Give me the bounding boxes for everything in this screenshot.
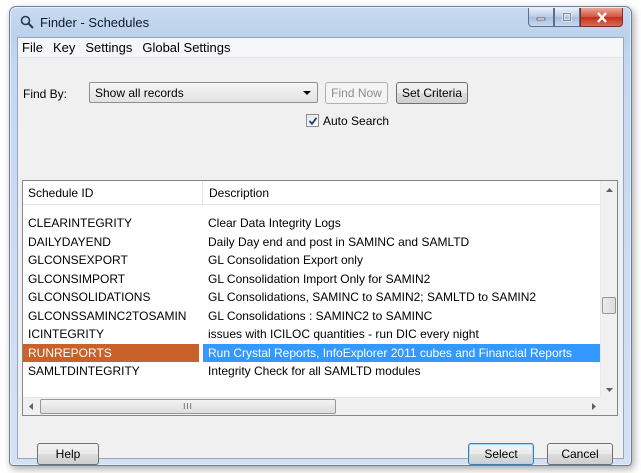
scroll-left-button[interactable] bbox=[23, 398, 39, 415]
description-cell: Integrity Check for all SAMLTD modules bbox=[208, 364, 421, 378]
find-by-value: Show all records bbox=[95, 86, 184, 100]
window-controls bbox=[528, 8, 623, 27]
schedule-id-cell: RUNREPORTS bbox=[23, 343, 199, 362]
maximize-icon bbox=[562, 12, 572, 22]
schedule-id-cell: GLCONSEXPORT bbox=[28, 253, 128, 267]
find-by-label: Find By: bbox=[23, 87, 68, 101]
find-now-button[interactable]: Find Now bbox=[325, 82, 388, 104]
menu-bar: File Key Settings Global Settings bbox=[18, 38, 623, 58]
magnifier-icon bbox=[20, 15, 34, 29]
schedule-id-cell: GLCONSIMPORT bbox=[28, 271, 126, 286]
scroll-up-button[interactable] bbox=[601, 181, 617, 198]
close-icon bbox=[596, 11, 607, 23]
finder-window: Finder - Schedules File Key Settings Glo… bbox=[9, 6, 632, 466]
vertical-scroll-thumb[interactable] bbox=[602, 297, 616, 314]
scroll-down-button[interactable] bbox=[601, 381, 617, 398]
horizontal-scrollbar[interactable]: III bbox=[23, 397, 602, 415]
schedule-id-cell: CLEARINTEGRITY bbox=[28, 216, 133, 230]
table-row[interactable]: DAILYDAYEND Daily Day end and post in SA… bbox=[23, 233, 603, 252]
maximize-button[interactable] bbox=[554, 8, 580, 27]
help-button[interactable]: Help bbox=[37, 443, 99, 465]
vertical-scrollbar[interactable] bbox=[600, 181, 617, 398]
chevron-up-icon bbox=[605, 187, 613, 192]
table-row[interactable]: ICINTEGRITY issues with ICILOC quantitie… bbox=[23, 325, 603, 344]
title-bar[interactable]: Finder - Schedules bbox=[10, 7, 631, 37]
column-header-description[interactable]: Description bbox=[204, 181, 603, 205]
description-cell: Daily Day end and post in SAMINC and SAM… bbox=[208, 234, 470, 249]
chevron-left-icon bbox=[29, 403, 33, 410]
schedules-grid: Schedule ID Description CLEARINTEGRITY C… bbox=[22, 180, 618, 416]
chevron-down-icon bbox=[605, 387, 613, 392]
schedule-id-cell: ICINTEGRITY bbox=[28, 327, 105, 341]
grid-header: Schedule ID Description bbox=[23, 181, 603, 205]
horizontal-scroll-thumb[interactable]: III bbox=[40, 399, 336, 414]
scrollbar-corner bbox=[600, 397, 617, 415]
table-row[interactable]: CLEARINTEGRITY Clear Data Integrity Logs bbox=[23, 214, 603, 233]
select-button[interactable]: Select bbox=[468, 443, 534, 465]
description-cell: Run Crystal Reports, InfoExplorer 2011 c… bbox=[203, 343, 601, 362]
table-row[interactable]: SAMLTDINTEGRITY Integrity Check for all … bbox=[23, 362, 603, 381]
auto-search-checkbox[interactable] bbox=[306, 114, 319, 127]
find-by-dropdown[interactable]: Show all records bbox=[89, 82, 318, 103]
menu-file[interactable]: File bbox=[18, 38, 48, 58]
description-cell: GL Consolidation Export only bbox=[208, 253, 363, 267]
schedule-id-cell: GLCONSOLIDATIONS bbox=[28, 290, 151, 304]
column-header-schedule-id[interactable]: Schedule ID bbox=[23, 181, 203, 205]
grid-rows: CLEARINTEGRITY Clear Data Integrity Logs… bbox=[23, 214, 603, 381]
description-cell: issues with ICILOC quantities - run DIC … bbox=[208, 327, 479, 341]
table-row[interactable]: GLCONSSAMINC2TOSAMIN GL Consolidations :… bbox=[23, 307, 603, 326]
description-cell: Clear Data Integrity Logs bbox=[208, 216, 341, 230]
checkmark-icon bbox=[308, 116, 317, 125]
description-cell: GL Consolidations, SAMINC to SAMIN2; SAM… bbox=[208, 290, 537, 304]
menu-key[interactable]: Key bbox=[48, 38, 80, 58]
description-cell: GL Consolidation Import Only for SAMIN2 bbox=[208, 271, 431, 286]
schedule-id-cell: DAILYDAYEND bbox=[28, 234, 111, 249]
set-criteria-button[interactable]: Set Criteria bbox=[396, 82, 468, 104]
scroll-grip: III bbox=[183, 402, 193, 411]
dialog-body: File Key Settings Global Settings Find B… bbox=[17, 37, 624, 465]
chevron-right-icon bbox=[592, 403, 596, 410]
chevron-down-icon bbox=[303, 91, 311, 95]
menu-global-settings[interactable]: Global Settings bbox=[137, 38, 235, 58]
table-row-selected[interactable]: RUNREPORTS Run Crystal Reports, InfoExpl… bbox=[23, 343, 603, 362]
minimize-button[interactable] bbox=[528, 8, 554, 27]
auto-search-label: Auto Search bbox=[323, 114, 390, 128]
close-button[interactable] bbox=[580, 8, 623, 27]
cancel-button[interactable]: Cancel bbox=[547, 443, 613, 465]
table-row[interactable]: GLCONSEXPORT GL Consolidation Export onl… bbox=[23, 251, 603, 270]
menu-settings[interactable]: Settings bbox=[80, 38, 137, 58]
window-title: Finder - Schedules bbox=[40, 15, 150, 30]
description-cell: GL Consolidations : SAMINC2 to SAMINC bbox=[208, 308, 433, 323]
schedule-id-cell: SAMLTDINTEGRITY bbox=[28, 364, 140, 378]
minimize-icon bbox=[536, 17, 546, 21]
table-row[interactable]: GLCONSOLIDATIONS GL Consolidations, SAMI… bbox=[23, 288, 603, 307]
schedule-id-cell: GLCONSSAMINC2TOSAMIN bbox=[28, 308, 187, 323]
table-row[interactable]: GLCONSIMPORT GL Consolidation Import Onl… bbox=[23, 270, 603, 289]
